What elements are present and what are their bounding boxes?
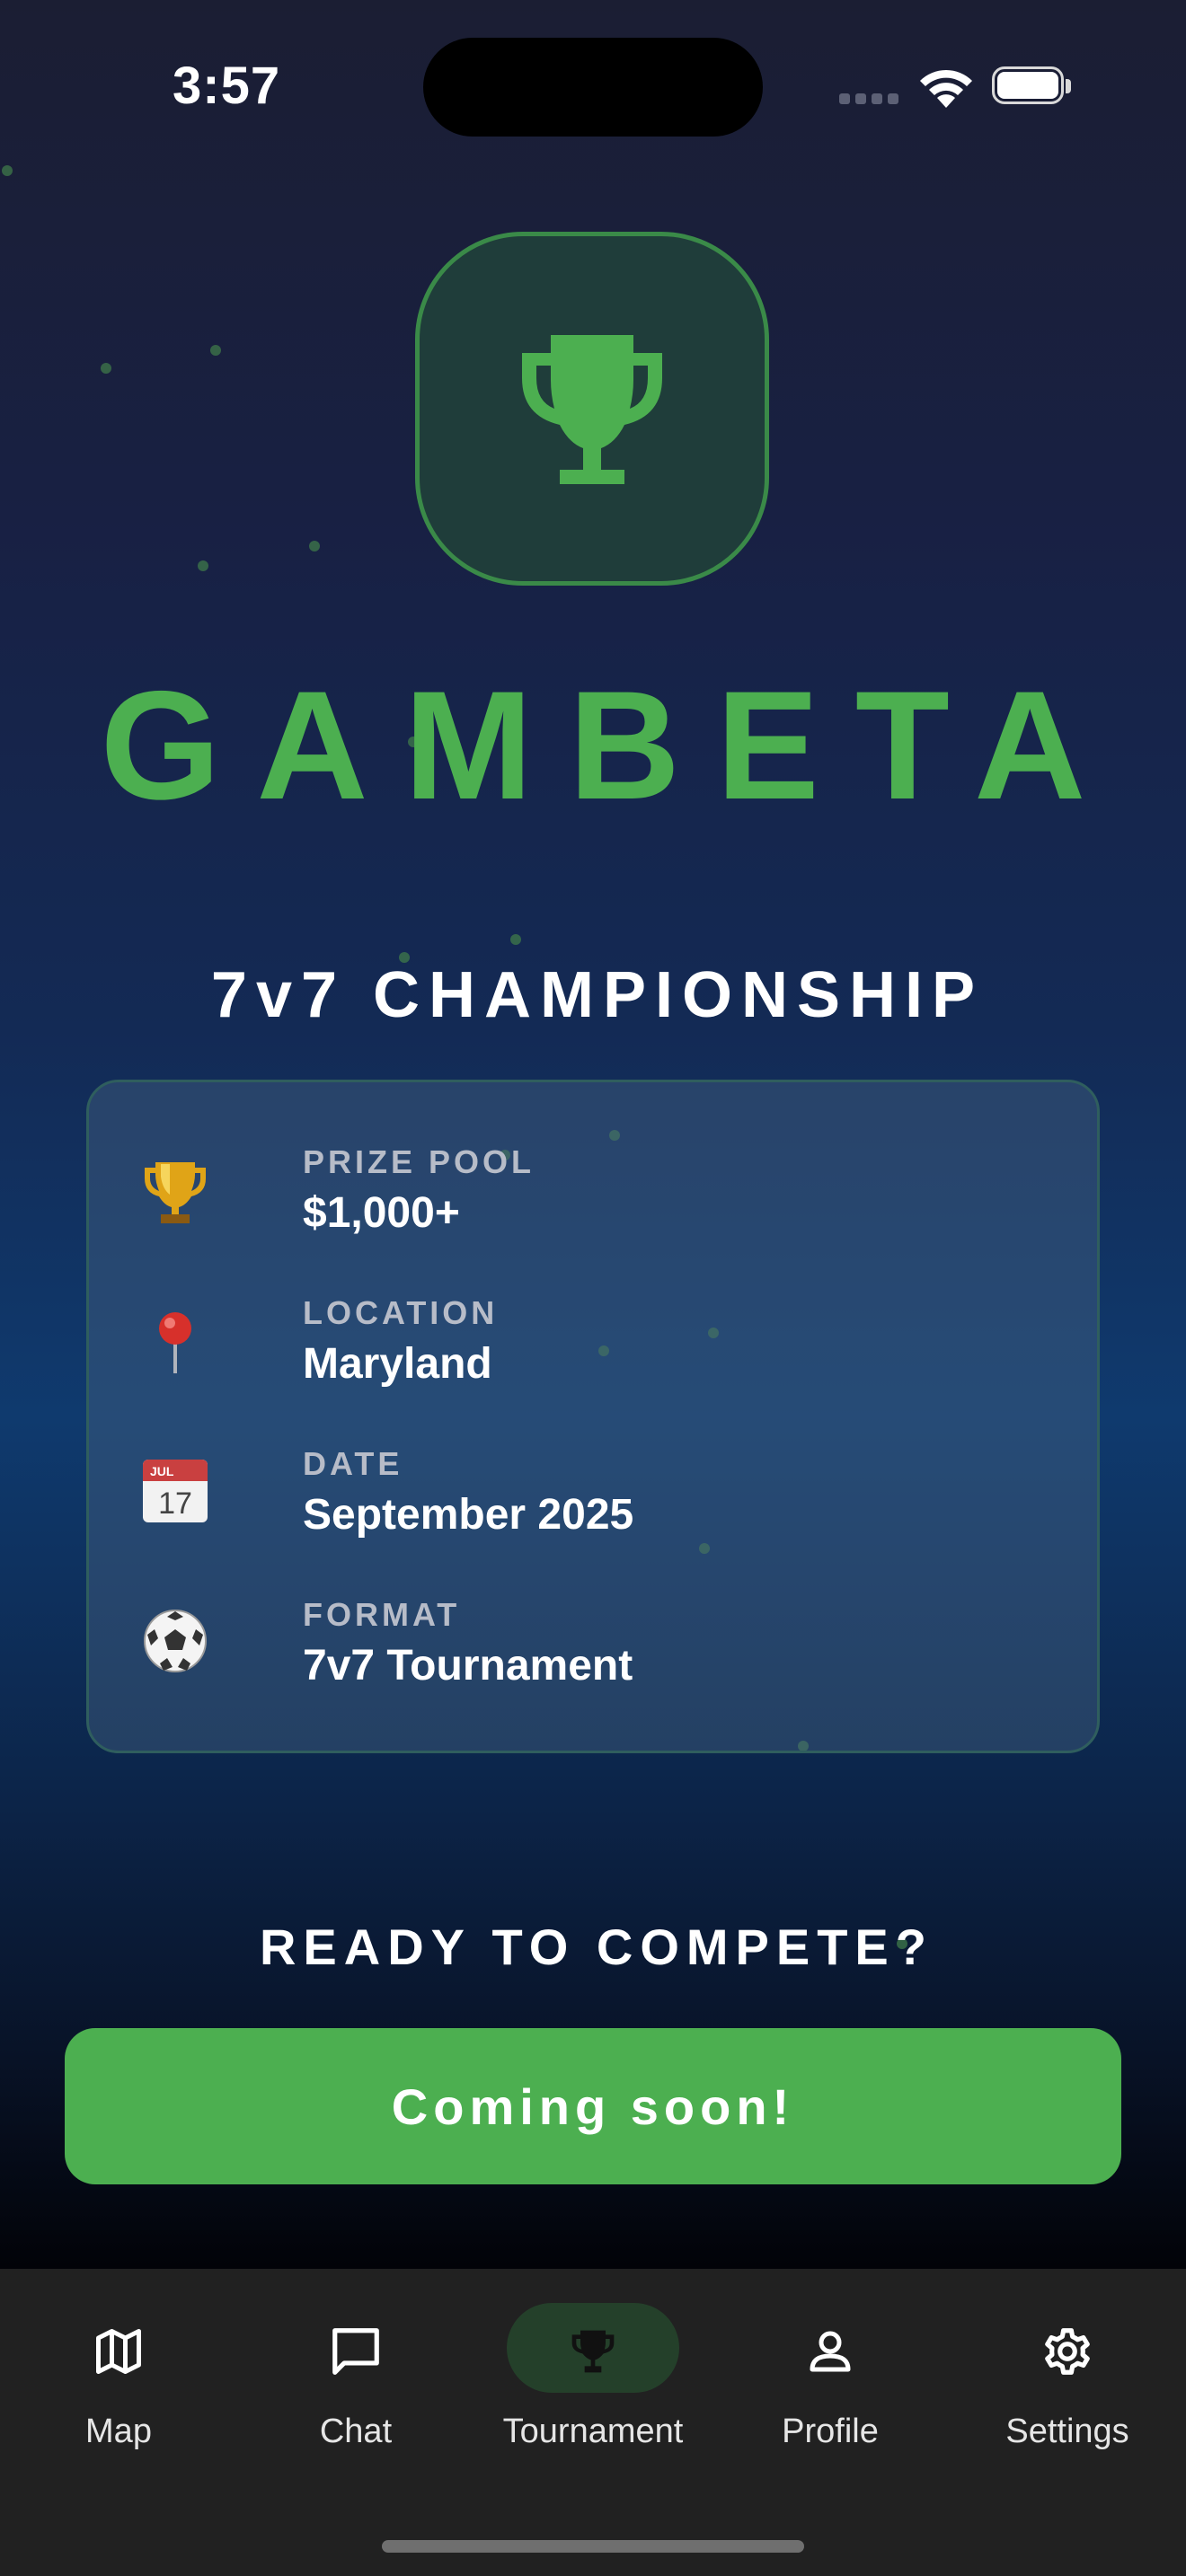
- trophy-emoji-icon: [139, 1156, 211, 1228]
- brand-title: GAMBETA: [100, 659, 1122, 832]
- particle-dot: [309, 541, 320, 551]
- battery-icon: [992, 66, 1073, 108]
- tab-chat[interactable]: Chat: [237, 2269, 474, 2484]
- info-value: 7v7 Tournament: [303, 1642, 633, 1689]
- home-indicator: [382, 2540, 804, 2553]
- info-value: $1,000+: [303, 1189, 460, 1237]
- particle-dot: [510, 934, 521, 945]
- person-icon: [798, 2319, 863, 2384]
- bottom-tab-bar: Map Chat Tournament Profile Settings: [0, 2269, 1186, 2576]
- tab-profile[interactable]: Profile: [712, 2269, 949, 2484]
- tab-tournament[interactable]: Tournament: [474, 2269, 712, 2484]
- cta-heading: READY TO COMPETE?: [259, 1919, 934, 1975]
- tab-settings[interactable]: Settings: [949, 2269, 1186, 2484]
- info-row-format: FORMAT 7v7 Tournament: [139, 1535, 1038, 1689]
- tab-label: Tournament: [502, 2413, 684, 2450]
- pushpin-emoji-icon: [139, 1307, 211, 1379]
- gear-icon: [1035, 2319, 1100, 2384]
- particle-dot: [210, 345, 221, 356]
- info-row-location: LOCATION Maryland: [139, 1233, 1038, 1388]
- info-value: September 2025: [303, 1491, 634, 1539]
- info-label: DATE: [303, 1445, 403, 1482]
- info-label: FORMAT: [303, 1596, 461, 1633]
- info-row-prize-pool: PRIZE POOL $1,000+: [139, 1082, 1038, 1237]
- trophy-icon: [561, 2319, 625, 2384]
- svg-text:JUL: JUL: [150, 1464, 174, 1478]
- particle-dot: [101, 363, 111, 374]
- event-subtitle: 7v7 CHAMPIONSHIP: [210, 959, 985, 1031]
- dynamic-island: [423, 38, 763, 137]
- coming-soon-button[interactable]: Coming soon!: [65, 2028, 1121, 2184]
- info-label: PRIZE POOL: [303, 1143, 535, 1180]
- calendar-emoji-icon: JUL 17: [139, 1454, 211, 1526]
- tab-map[interactable]: Map: [0, 2269, 237, 2484]
- wifi-icon: [917, 65, 975, 110]
- status-time: 3:57: [173, 57, 281, 115]
- status-bar: 3:57: [0, 0, 1186, 171]
- trophy-icon: [522, 335, 662, 484]
- tab-label: Chat: [319, 2413, 393, 2450]
- tab-label: Settings: [1005, 2413, 1129, 2450]
- app-logo: [415, 232, 769, 586]
- chat-bubble-icon: [323, 2319, 388, 2384]
- tab-label: Map: [85, 2413, 152, 2450]
- soccer-ball-emoji-icon: [139, 1605, 211, 1677]
- event-info-card: PRIZE POOL $1,000+ LOCATION Maryland JUL…: [86, 1080, 1100, 1753]
- particle-dot: [2, 165, 13, 176]
- info-label: LOCATION: [303, 1294, 499, 1331]
- cellular-signal-icon: [839, 93, 900, 106]
- map-icon: [86, 2319, 151, 2384]
- particle-dot: [198, 560, 208, 571]
- tab-label: Profile: [782, 2413, 879, 2450]
- info-row-date: JUL 17 DATE September 2025: [139, 1384, 1038, 1539]
- svg-text:17: 17: [158, 1486, 192, 1521]
- info-value: Maryland: [303, 1340, 492, 1388]
